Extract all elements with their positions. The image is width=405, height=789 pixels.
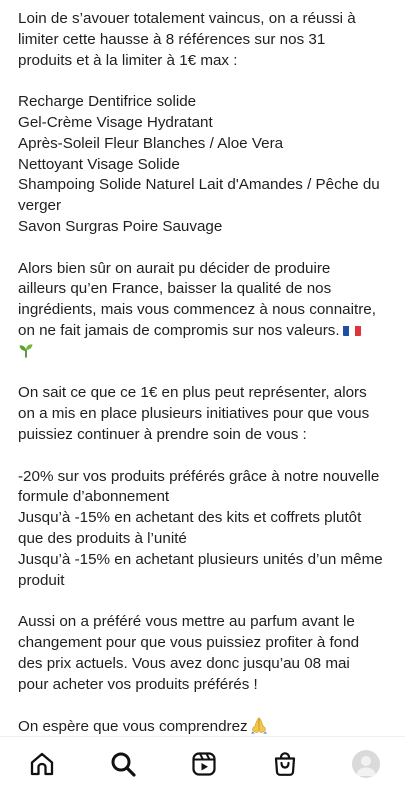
folded-hands-icon [250,717,267,734]
nav-profile-button[interactable] [351,749,381,779]
reels-icon [192,752,216,776]
seedling-icon [19,344,33,358]
offer-line: Jusqu’à -15% en achetant des kits et cof… [18,509,362,527]
profile-placeholder-icon [356,756,376,776]
search-icon [111,752,136,777]
caption-line: ingrédients, mais vous commencez à nous … [18,301,376,319]
product-line: Recharge Dentifrice solide [18,93,197,111]
caption-line: puissiez continuer à prendre soin de vou… [18,425,307,443]
caption-line: ailleurs qu’en France, baisser la qualit… [18,280,332,298]
french-flag-icon [342,324,361,336]
nav-home-button[interactable] [27,749,57,779]
caption-line-text: On espère que vous comprendrez [18,718,248,736]
caption-paragraph-offers: -20% sur vos produits préférés grâce à n… [18,467,398,592]
product-line: Après-Soleil Fleur Blanches / Aloe Vera [18,134,284,152]
caption-line-text: on ne fait jamais de compromis sur nos v… [18,321,340,339]
caption-paragraph-values: Alors bien sûr on aurait pu décider de p… [18,259,398,363]
caption-line: des prix actuels. Vous avez donc jusqu’a… [18,654,350,672]
caption-line: Loin de s’avouer totalement vaincus, on … [18,10,356,27]
caption-paragraph-closing: On espère que vous comprendrez [18,716,398,738]
caption-line: changement pour que vous puissiez profit… [18,633,360,651]
nav-reels-button[interactable] [189,749,219,779]
caption-paragraph-initiatives: On sait ce que ce 1€ en plus peut représ… [18,383,398,445]
product-line: Savon Surgras Poire Sauvage [18,217,223,235]
post-caption: Loin de s’avouer totalement vaincus, on … [18,9,398,738]
caption-line: On sait ce que ce 1€ en plus peut représ… [18,384,367,402]
offer-line: Jusqu’à -15% en achetant plusieurs unité… [18,550,383,568]
caption-paragraph-intro: Loin de s’avouer totalement vaincus, on … [18,9,398,71]
product-line: verger [18,197,62,215]
caption-line: pour acheter vos produits préférés ! [18,675,258,693]
caption-line: produits et à la limiter à 1€ max : [18,51,238,69]
nav-search-button[interactable] [108,749,138,779]
offer-line: produit [18,571,65,589]
caption-line-with-flag: on ne fait jamais de compromis sur nos v… [18,321,398,342]
product-line: Gel-Crème Visage Hydratant [18,113,213,131]
product-line: Shampoing Solide Naturel Lait d'Amandes … [18,176,380,194]
caption-paragraph-products: Recharge Dentifrice solide Gel-Crème Vis… [18,92,398,238]
offer-line: -20% sur vos produits préférés grâce à n… [18,467,380,485]
home-icon [30,752,54,776]
profile-avatar [352,750,380,778]
caption-line: Alors bien sûr on aurait pu décider de p… [18,259,331,277]
bottom-navigation-bar [0,736,405,789]
shop-icon [274,752,296,776]
caption-paragraph-deadline: Aussi on a préféré vous mettre au parfum… [18,612,398,695]
nav-shop-button[interactable] [270,749,300,779]
caption-line: limiter cette hausse à 8 références sur … [18,30,326,48]
caption-line-with-emoji: On espère que vous comprendrez [18,716,398,738]
offer-line: que des produits à l’unité [18,529,187,547]
caption-line-emoji [18,342,398,363]
caption-line: on a mis en place plusieurs initiatives … [18,405,370,423]
product-line: Nettoyant Visage Solide [18,155,180,173]
offer-line: formule d’abonnement [18,488,170,506]
caption-line: Aussi on a préféré vous mettre au parfum… [18,613,355,631]
